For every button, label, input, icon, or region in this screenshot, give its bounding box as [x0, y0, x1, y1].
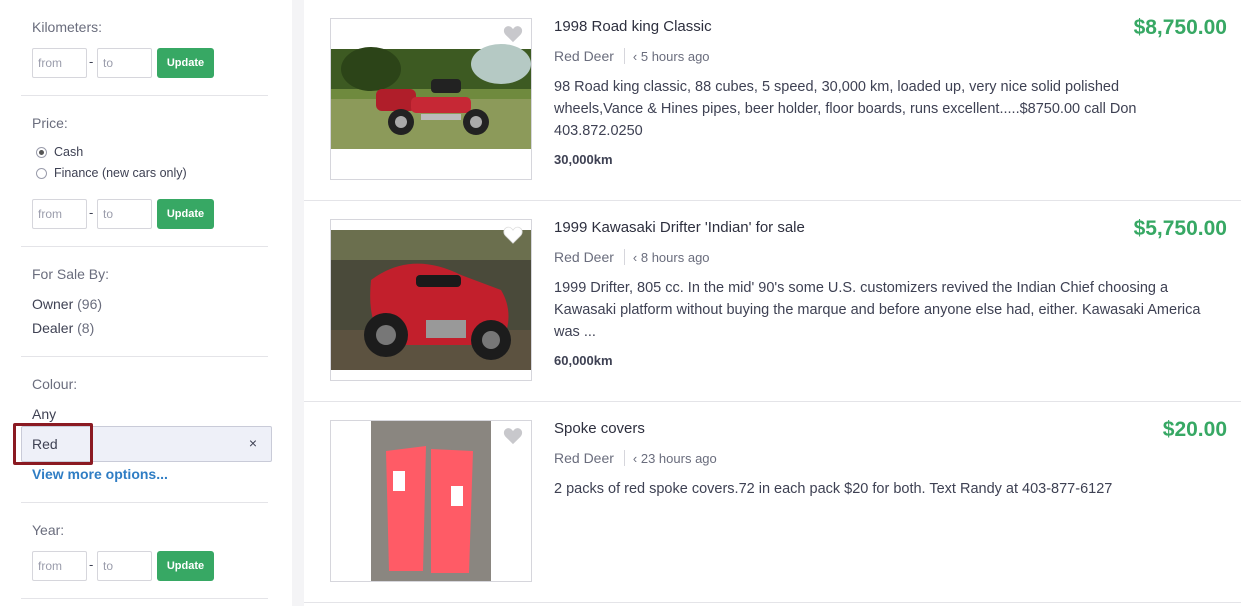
price-title: Price: [32, 115, 68, 131]
price-filter: Price: Cash Finance (new cars only) - Up… [21, 96, 268, 247]
price-option-label: Cash [54, 145, 84, 159]
year-filter: Year: - Update [21, 503, 268, 599]
listing-description: 1999 Drifter, 805 cc. In the mid' 90's s… [554, 280, 1201, 340]
kilometers-from-input[interactable] [32, 48, 87, 78]
radio-finance[interactable] [36, 167, 47, 179]
price-option-finance[interactable]: Finance (new cars only) [36, 166, 187, 180]
year-from-input[interactable] [32, 551, 87, 581]
listing-price: $5,750.00 [1133, 217, 1227, 240]
for-sale-by-title: For Sale By: [32, 266, 110, 282]
listing-title[interactable]: Spoke covers [554, 420, 645, 437]
price-to-input[interactable] [97, 199, 152, 229]
filter-owner[interactable]: Owner (96) [32, 296, 102, 312]
heart-icon[interactable] [503, 427, 523, 445]
kilometers-to-input[interactable] [97, 48, 152, 78]
listing-title[interactable]: 1999 Kawasaki Drifter 'Indian' for sale [554, 219, 805, 236]
heart-icon[interactable] [503, 226, 523, 244]
heart-icon[interactable] [503, 25, 523, 43]
year-update-button[interactable]: Update [157, 551, 214, 581]
filter-owner-count: (96) [77, 296, 103, 312]
listing-price: $20.00 [1162, 418, 1227, 441]
close-icon[interactable]: × [249, 435, 257, 451]
listing-time: ‹ 8 hours ago [632, 249, 710, 265]
year-range: - Update [32, 551, 232, 582]
price-option-label: Finance (new cars only) [54, 166, 187, 180]
year-title: Year: [32, 522, 65, 538]
price-from-input[interactable] [32, 199, 87, 229]
listing-thumbnail[interactable] [330, 18, 532, 180]
price-update-button[interactable]: Update [157, 199, 214, 229]
for-sale-by-filter: For Sale By: Owner (96) Dealer (8) [21, 247, 268, 357]
listing-km: 30,000km [554, 152, 613, 167]
selected-colour-chip: Red × [21, 426, 272, 462]
listing-card[interactable]: 1998 Road king Classic $8,750.00 Red Dee… [304, 0, 1241, 201]
price-range: - Update [32, 199, 232, 230]
motorcycle-photo [331, 230, 531, 370]
kilometers-range: - Update [32, 48, 232, 79]
listing-location: Red Deer [554, 48, 614, 64]
radio-cash[interactable] [36, 146, 47, 158]
listing-description: 2 packs of red spoke covers.72 in each p… [554, 481, 1113, 497]
listing-thumbnail[interactable] [330, 420, 532, 582]
filter-dealer-count: (8) [77, 320, 95, 336]
colour-title: Colour: [32, 376, 78, 392]
listing-title[interactable]: 1998 Road king Classic [554, 18, 712, 35]
listing-description: 98 Road king classic, 88 cubes, 5 speed,… [554, 79, 1137, 139]
listing-meta: Red Deer ‹ 5 hours ago [554, 48, 710, 64]
listing-meta: Red Deer ‹ 8 hours ago [554, 249, 710, 265]
listing-price: $8,750.00 [1133, 16, 1227, 39]
listing-thumbnail[interactable] [330, 219, 532, 381]
listing-meta: Red Deer ‹ 23 hours ago [554, 450, 717, 466]
motorcycle-photo [331, 44, 531, 149]
view-more-colours-link[interactable]: View more options... [32, 466, 168, 482]
filter-owner-label: Owner [32, 296, 74, 312]
selected-colour-label: Red [32, 436, 58, 452]
kilometers-title: Kilometers: [32, 19, 103, 35]
colour-any-option[interactable]: Any [32, 406, 56, 422]
year-to-input[interactable] [97, 551, 152, 581]
listing-time: ‹ 5 hours ago [632, 48, 710, 64]
listing-time: ‹ 23 hours ago [632, 450, 717, 466]
filter-dealer[interactable]: Dealer (8) [32, 320, 94, 336]
filter-dealer-label: Dealer [32, 320, 74, 336]
kilometers-filter: Kilometers: - Update [21, 0, 268, 96]
kilometers-update-button[interactable]: Update [157, 48, 214, 78]
listing-location: Red Deer [554, 450, 614, 466]
listing-card[interactable]: 1999 Kawasaki Drifter 'Indian' for sale … [304, 201, 1241, 402]
filter-sidebar: Kilometers: - Update Price: Cash Finance… [0, 0, 292, 606]
price-option-cash[interactable]: Cash [36, 145, 83, 159]
listing-location: Red Deer [554, 249, 614, 265]
spoke-covers-photo [331, 421, 531, 581]
listing-km: 60,000km [554, 353, 613, 368]
sidebar-divider [292, 0, 304, 606]
listing-card[interactable]: Spoke covers $20.00 Red Deer ‹ 23 hours … [304, 402, 1241, 603]
